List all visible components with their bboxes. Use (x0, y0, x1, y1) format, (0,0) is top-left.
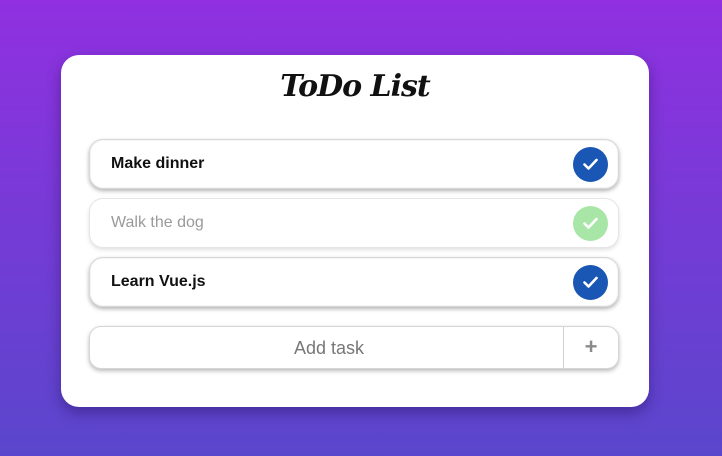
task-label: Walk the dog (111, 214, 204, 231)
check-icon (583, 276, 598, 288)
add-task-button[interactable]: + (563, 327, 618, 368)
task-item-learn-vue[interactable]: Learn Vue.js (89, 257, 619, 307)
add-task-input[interactable] (90, 327, 568, 368)
complete-toggle-button[interactable] (573, 147, 608, 182)
task-item-walk-the-dog[interactable]: Walk the dog (89, 198, 619, 248)
complete-toggle-button[interactable] (573, 265, 608, 300)
app-title: ToDo List (280, 69, 431, 104)
check-icon (583, 158, 598, 170)
todo-card: ToDo List Make dinner Walk the dog Learn… (61, 55, 649, 407)
add-task-form: + (89, 326, 619, 369)
complete-toggle-button[interactable] (573, 206, 608, 241)
task-label: Learn Vue.js (111, 273, 206, 290)
check-icon (583, 217, 598, 229)
task-label: Make dinner (111, 155, 205, 172)
task-item-make-dinner[interactable]: Make dinner (89, 139, 619, 189)
